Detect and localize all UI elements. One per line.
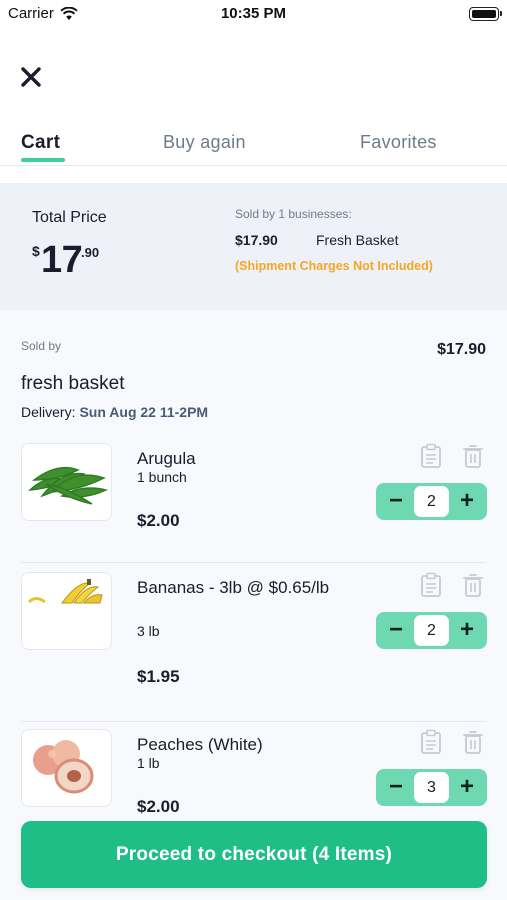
status-time: 10:35 PM — [220, 5, 287, 22]
item-name: Peaches (White) — [137, 735, 263, 754]
tab-favorites[interactable]: Favorites — [360, 132, 437, 153]
decrease-quantity-button[interactable]: − — [378, 769, 414, 806]
sold-by-count: Sold by 1 businesses: — [235, 207, 352, 221]
store-name: fresh basket — [21, 373, 125, 394]
decrease-quantity-button[interactable]: − — [378, 612, 414, 649]
item-unit: 3 lb — [137, 623, 160, 639]
item-unit: 1 bunch — [137, 469, 187, 485]
active-tab-indicator — [21, 158, 65, 162]
sold-by-label: Sold by — [21, 339, 62, 353]
delivery-slot[interactable]: Sun Aug 22 11-2PM — [79, 404, 208, 420]
item-name: Bananas - 3lb @ $0.65/lb — [137, 578, 330, 597]
total-price-label: Total Price — [32, 209, 107, 226]
note-icon[interactable] — [420, 729, 442, 755]
quantity-stepper: − 2 + — [376, 483, 487, 520]
trash-icon[interactable] — [462, 443, 484, 469]
trash-icon[interactable] — [462, 572, 484, 598]
item-image-bananas — [21, 572, 112, 650]
tab-bar: Cart Buy again Favorites — [0, 128, 507, 166]
item-divider — [21, 721, 486, 722]
item-image-arugula — [21, 443, 112, 521]
item-unit: 1 lb — [137, 755, 160, 771]
increase-quantity-button[interactable]: + — [449, 612, 485, 649]
store-total: $17.90 — [437, 341, 486, 358]
status-bar: Carrier 10:35 PM — [0, 0, 507, 30]
store-section: Sold by $17.90 fresh basket Delivery: Sun… — [0, 310, 507, 900]
item-price: $2.00 — [137, 511, 180, 530]
increase-quantity-button[interactable]: + — [449, 483, 485, 520]
quantity-stepper: − 2 + — [376, 612, 487, 649]
quantity-value[interactable]: 3 — [414, 772, 449, 803]
item-image-peaches — [21, 729, 112, 807]
total-price-currency: $ — [32, 243, 40, 259]
quantity-value[interactable]: 2 — [414, 615, 449, 646]
note-icon[interactable] — [420, 572, 442, 598]
item-price: $1.95 — [137, 667, 180, 686]
increase-quantity-button[interactable]: + — [449, 769, 485, 806]
quantity-value[interactable]: 2 — [414, 486, 449, 517]
trash-icon[interactable] — [462, 729, 484, 755]
tab-buy-again[interactable]: Buy again — [163, 132, 246, 153]
total-price-cents: .90 — [81, 245, 100, 260]
shipment-note: (Shipment Charges Not Included) — [235, 259, 433, 273]
decrease-quantity-button[interactable]: − — [378, 483, 414, 520]
delivery-info: Delivery: Sun Aug 22 11-2PM — [21, 404, 208, 420]
quantity-stepper: − 3 + — [376, 769, 487, 806]
price-summary: Total Price $ 17 .90 Sold by 1 businesse… — [0, 183, 507, 310]
business-name: Fresh Basket — [316, 232, 399, 248]
item-price: $2.00 — [137, 797, 180, 816]
tab-cart[interactable]: Cart — [21, 132, 60, 154]
cart-item: Bananas - 3lb @ $0.65/lb 3 lb $1.95 − 2 … — [0, 572, 507, 722]
close-icon[interactable] — [18, 64, 44, 90]
battery-icon — [469, 7, 502, 21]
checkout-button[interactable]: Proceed to checkout (4 Items) — [21, 821, 487, 888]
business-amount: $17.90 — [235, 232, 278, 248]
note-icon[interactable] — [420, 443, 442, 469]
cart-item: Arugula 1 bunch $2.00 − 2 + — [0, 443, 507, 593]
total-price-dollars: 17 — [41, 239, 83, 281]
item-divider — [21, 562, 486, 563]
delivery-label: Delivery: — [21, 404, 76, 420]
